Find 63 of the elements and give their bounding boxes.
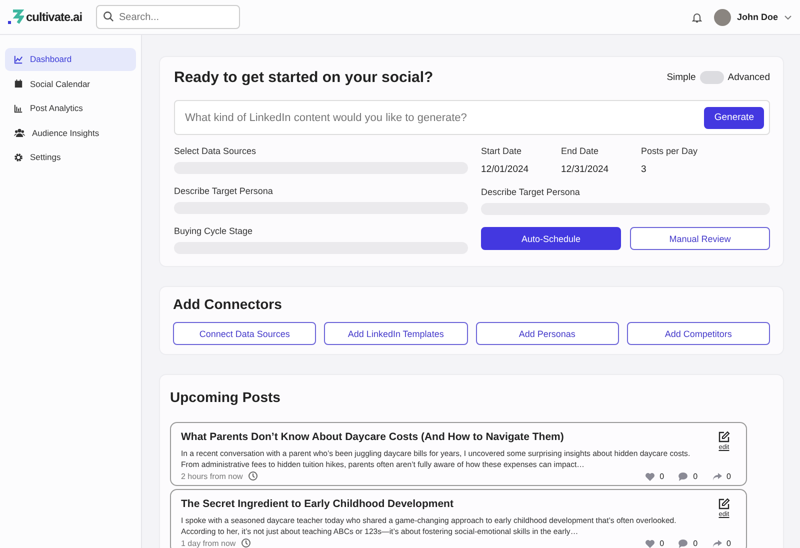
field-label: Describe Target Persona (174, 186, 274, 196)
auto-schedule-button[interactable]: Auto-Schedule (481, 227, 621, 250)
field-label: Describe Target Persona (481, 187, 581, 197)
heart-icon[interactable] (644, 472, 655, 481)
generate-button[interactable]: Generate (704, 106, 764, 128)
field-label: Start Date (481, 146, 523, 156)
clock-icon (240, 538, 251, 548)
prompt-field[interactable]: What kind of LinkedIn content would you like to generate? Generate (174, 100, 770, 135)
clock-icon (248, 471, 258, 482)
connector-button[interactable]: Connect Data Sources (173, 322, 316, 345)
connector-button[interactable]: Add Competitors (626, 322, 770, 345)
search-field[interactable]: Search... (96, 5, 240, 29)
field-label: End Date (561, 146, 600, 156)
share-count: 0 (726, 472, 731, 481)
connector-button[interactable]: Add LinkedIn Templates (324, 322, 468, 345)
field-value[interactable]: 3 (641, 164, 698, 175)
field-label: Buying Cycle Stage (174, 226, 254, 236)
mode-toggle[interactable] (700, 71, 724, 84)
manual-review-button[interactable]: Manual Review (630, 227, 770, 250)
post-title: The Secret Ingredient to Early Childhood Development (181, 498, 454, 510)
avatar[interactable] (714, 8, 731, 26)
logo-text: cultivate.ai (26, 10, 82, 24)
calendar-icon (14, 79, 23, 88)
field-label: Select Data Sources (174, 146, 258, 156)
comment-icon[interactable] (678, 538, 688, 548)
card-title: Upcoming Posts (170, 389, 282, 405)
like-count: 0 (660, 538, 664, 548)
sidebar-item[interactable]: Dashboard (5, 48, 136, 70)
people-icon (14, 128, 25, 138)
sidebar-item[interactable]: Audience Insights (5, 122, 136, 144)
mode-label: Advanced (728, 72, 770, 83)
post-time: 1 day from now (181, 538, 236, 548)
share-icon[interactable] (712, 538, 722, 548)
field-value[interactable]: 12/01/2024 (481, 164, 544, 175)
heart-icon[interactable] (644, 538, 655, 548)
post-card[interactable] (170, 422, 747, 486)
chevron-down-icon[interactable] (784, 14, 792, 20)
edit-icon[interactable] (718, 498, 730, 510)
comment-count: 0 (693, 538, 698, 548)
card-title: Add Connectors (173, 296, 283, 312)
logo-icon (8, 9, 24, 25)
post-title: What Parents Don’t Know About Daycare Costs (And How to Navigate Them) (181, 431, 565, 443)
share-icon[interactable] (712, 472, 722, 481)
sidebar-item[interactable]: Social Calendar (5, 72, 136, 95)
user-name[interactable]: John Doe (736, 12, 778, 22)
like-count: 0 (660, 472, 664, 481)
mode-label: Simple (666, 72, 696, 83)
comment-count: 0 (693, 472, 698, 481)
post-card[interactable] (170, 489, 747, 548)
sidebar-item[interactable]: Settings (5, 146, 136, 168)
connector-button[interactable]: Add Personas (476, 322, 619, 345)
bar-chart-icon (14, 104, 23, 113)
field-label: Posts per Day (641, 146, 698, 156)
sidebar-item[interactable]: Post Analytics (5, 97, 136, 120)
comment-icon[interactable] (678, 472, 688, 481)
card-title: Ready to get started on your social? (174, 69, 434, 86)
field-value[interactable]: 12/31/2024 (561, 164, 624, 175)
edit-icon[interactable] (718, 431, 730, 443)
chart-icon (14, 54, 23, 64)
gear-icon (14, 152, 23, 162)
bell-icon[interactable] (692, 12, 702, 22)
share-count: 0 (726, 538, 731, 548)
post-time: 2 hours from now (181, 472, 243, 481)
